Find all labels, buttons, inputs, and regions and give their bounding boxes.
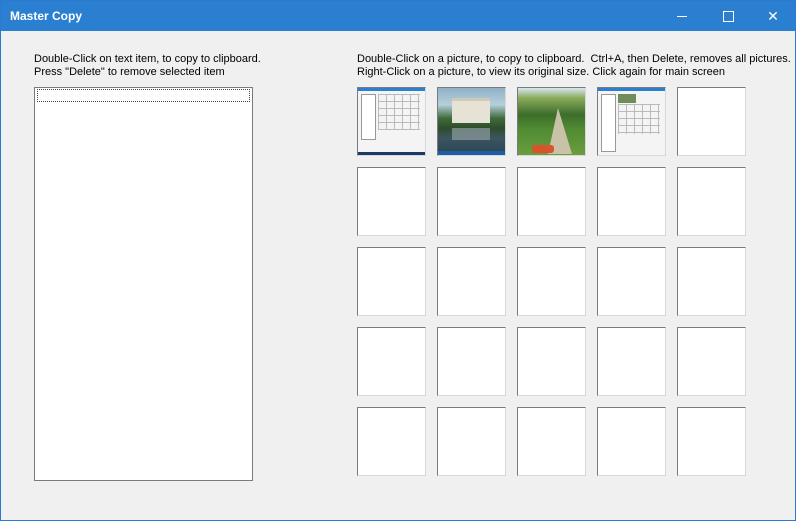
close-button[interactable]: ✕: [750, 1, 796, 31]
picture-slot[interactable]: [597, 167, 666, 236]
picture-slot[interactable]: [437, 327, 506, 396]
clipboard-text-list[interactable]: [34, 87, 253, 481]
picture-slot[interactable]: [677, 327, 746, 396]
picture-grid-instructions: Double-Click on a picture, to copy to cl…: [357, 53, 791, 78]
text-list-instructions: Double-Click on text item, to copy to cl…: [34, 53, 261, 78]
picture-slot[interactable]: [597, 247, 666, 316]
picture-slot[interactable]: [437, 167, 506, 236]
minimize-icon: [677, 15, 687, 17]
picture-slot[interactable]: [517, 167, 586, 236]
picture-slot[interactable]: [357, 247, 426, 316]
picture-slot[interactable]: [517, 327, 586, 396]
picture-slot[interactable]: [597, 87, 666, 156]
list-focus-item[interactable]: [37, 89, 250, 102]
title-bar[interactable]: Master Copy ✕: [1, 1, 795, 31]
picture-slot[interactable]: [517, 407, 586, 476]
picture-slot[interactable]: [517, 247, 586, 316]
thumbnail-image: [438, 88, 505, 155]
picture-slot[interactable]: [357, 87, 426, 156]
maximize-icon: [722, 10, 734, 22]
close-icon: ✕: [767, 7, 779, 24]
app-window: Master Copy ✕ Double-Click on text item,…: [0, 0, 796, 521]
picture-slot[interactable]: [437, 407, 506, 476]
picture-slot[interactable]: [357, 327, 426, 396]
picture-slot[interactable]: [677, 247, 746, 316]
picture-slot[interactable]: [597, 407, 666, 476]
picture-slot[interactable]: [357, 407, 426, 476]
picture-slot[interactable]: [517, 87, 586, 156]
minimize-button[interactable]: [659, 1, 705, 31]
thumbnail-image: [518, 88, 585, 155]
picture-slot[interactable]: [677, 167, 746, 236]
thumbnail-image: [598, 88, 665, 155]
picture-slot[interactable]: [677, 87, 746, 156]
picture-slot[interactable]: [437, 247, 506, 316]
picture-slot[interactable]: [357, 167, 426, 236]
picture-slot[interactable]: [597, 327, 666, 396]
window-title: Master Copy: [10, 9, 83, 23]
maximize-button[interactable]: [705, 1, 751, 31]
picture-slot[interactable]: [437, 87, 506, 156]
thumbnail-image: [358, 88, 425, 155]
picture-slot[interactable]: [677, 407, 746, 476]
